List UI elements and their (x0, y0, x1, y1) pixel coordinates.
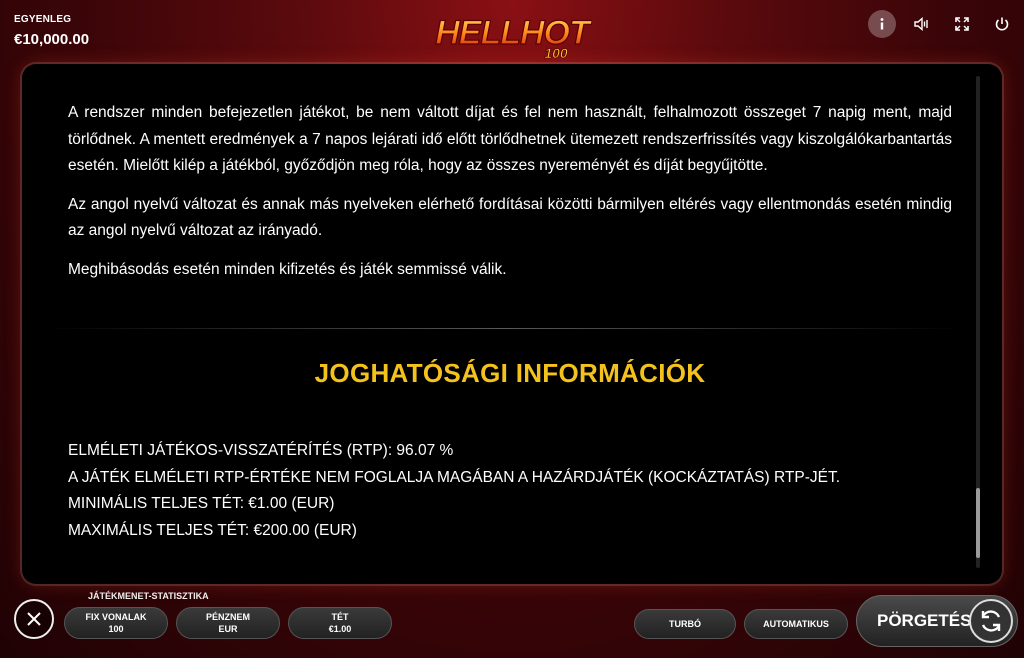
sound-icon[interactable] (908, 10, 936, 38)
turbo-button[interactable]: TURBÓ (634, 609, 736, 639)
fixed-lines-value: 100 (108, 624, 124, 634)
scrollbar[interactable] (976, 76, 980, 568)
autoplay-label: AUTOMATIKUS (763, 619, 829, 629)
gameplay-stats-label[interactable]: JÁTÉKMENET-STATISZTIKA (88, 591, 209, 601)
balance-value: €10,000.00 (14, 31, 90, 48)
info-line: A JÁTÉK ELMÉLETI RTP-ÉRTÉKE NEM FOGLALJA… (68, 468, 841, 486)
rules-paragraph: Meghibásodás esetén minden kifizetés és … (68, 260, 507, 278)
jurisdiction-info: ELMÉLETI JÁTÉKOS-VISSZATÉRÍTÉS (RTP): 96… (68, 438, 840, 544)
rules-paragraph: A rendszer minden befejezetlen játékot, … (68, 104, 952, 174)
bet-value: €1.00 (328, 624, 352, 634)
scrollbar-thumb[interactable] (976, 488, 980, 558)
power-icon[interactable] (988, 10, 1016, 38)
game-logo: HELLHOT 100 (432, 8, 595, 61)
svg-text:100: 100 (544, 45, 568, 60)
svg-text:HELLHOT: HELLHOT (435, 14, 592, 52)
rules-content: A rendszer minden befejezetlen játékot, … (68, 100, 952, 295)
close-icon (27, 612, 41, 626)
rules-panel[interactable]: A rendszer minden befejezetlen játékot, … (22, 64, 1002, 584)
bet-label: TÉT (331, 612, 349, 622)
bottom-controls: JÁTÉKMENET-STATISZTIKA FIX VONALAK 100 P… (0, 585, 1024, 658)
currency-display: PÉNZNEM EUR (176, 607, 280, 639)
info-line: MAXIMÁLIS TELJES TÉT: €200.00 (EUR) (68, 521, 357, 539)
balance-display: EGYENLEG €10,000.00 (14, 14, 89, 48)
bet-selector[interactable]: TÉT €1.00 (288, 607, 392, 639)
fullscreen-icon[interactable] (948, 10, 976, 38)
currency-label: PÉNZNEM (205, 612, 250, 622)
info-line: ELMÉLETI JÁTÉKOS-VISSZATÉRÍTÉS (RTP): 96… (68, 442, 454, 459)
turbo-label: TURBÓ (669, 619, 701, 629)
top-toolbar (868, 10, 1016, 38)
spin-button[interactable]: PÖRGETÉS (856, 595, 1018, 647)
spin-label: PÖRGETÉS (877, 611, 972, 630)
rules-paragraph: Az angol nyelvű változat és annak más ny… (68, 195, 952, 240)
info-icon[interactable] (868, 10, 896, 38)
section-title: JOGHATÓSÁGI INFORMÁCIÓK (314, 358, 706, 388)
autoplay-button[interactable]: AUTOMATIKUS (744, 609, 848, 639)
fixed-lines-display: FIX VONALAK 100 (64, 607, 168, 639)
spin-icon (969, 599, 1013, 643)
close-button[interactable] (14, 599, 54, 639)
balance-label: EGYENLEG (14, 14, 72, 25)
currency-value: EUR (218, 624, 238, 634)
fixed-lines-label: FIX VONALAK (85, 612, 147, 622)
section-divider (44, 328, 964, 329)
info-line: MINIMÁLIS TELJES TÉT: €1.00 (EUR) (68, 495, 335, 512)
